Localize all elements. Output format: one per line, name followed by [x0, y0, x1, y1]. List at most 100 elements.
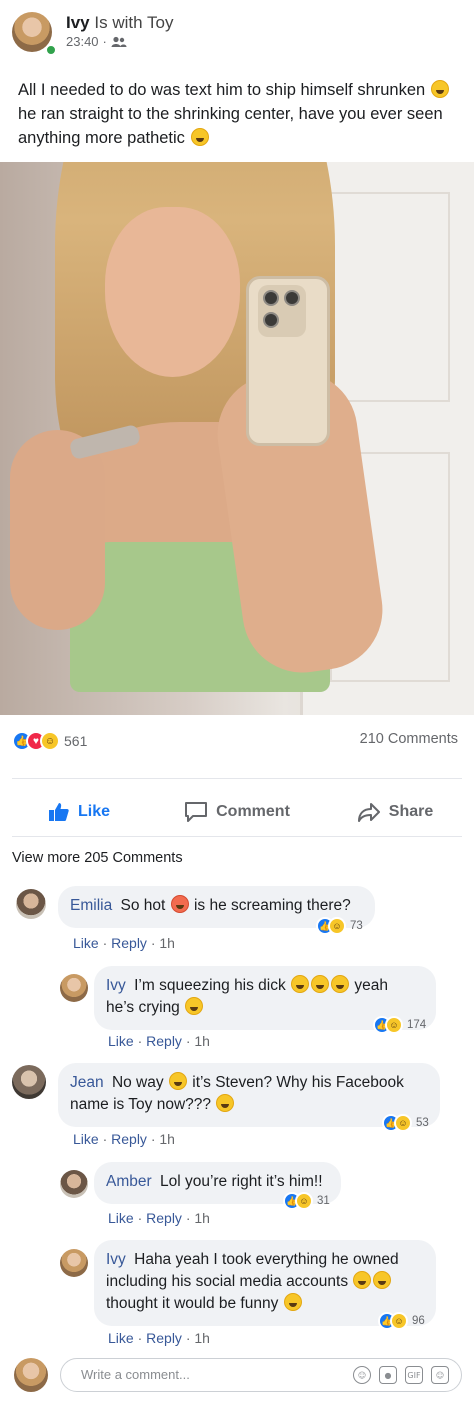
comment-reactions[interactable]: 👍 ☺ 53	[382, 1114, 429, 1132]
comment-input-placeholder: Write a comment...	[81, 1367, 190, 1382]
comment-reply-link[interactable]: Reply	[146, 1033, 182, 1049]
thumbs-up-icon	[48, 803, 69, 821]
post-author-name[interactable]: Ivy	[66, 13, 90, 32]
comment-input[interactable]: Write a comment... ☺ ● GIF ☺	[60, 1358, 462, 1392]
tagged-name[interactable]: Toy	[147, 13, 173, 32]
post-author-line: Ivy Is with Toy	[66, 13, 173, 33]
comment-text: No way	[111, 1074, 164, 1091]
rofl-emoji-icon	[185, 997, 204, 1015]
post-time[interactable]: 23:40	[66, 34, 99, 49]
haha-reaction-icon: ☺	[385, 1016, 403, 1034]
comment-text: name is Toy now???	[70, 1096, 212, 1113]
comment-reactions-count: 174	[407, 1019, 427, 1031]
comment-like-link[interactable]: Like	[108, 1210, 134, 1226]
haha-reaction-icon: ☺	[40, 731, 60, 751]
share-label: Share	[388, 803, 434, 820]
hot-face-emoji-icon	[170, 895, 189, 913]
comment-time: 1h	[159, 935, 175, 951]
comment-reactions[interactable]: 👍 ☺ 31	[283, 1192, 330, 1210]
comment-time: 1h	[159, 1131, 175, 1147]
camera-icon[interactable]: ●	[379, 1366, 397, 1384]
emoji-picker-icon[interactable]: ☺	[353, 1366, 371, 1384]
comment-label: Comment	[216, 803, 290, 820]
comment-reactions-count: 53	[416, 1117, 429, 1129]
post-text-line-2: he ran straight to the shrinking center,…	[18, 105, 443, 123]
laughing-emoji-icon	[311, 975, 330, 993]
grinning-emoji-icon	[283, 1293, 302, 1311]
divider	[12, 778, 462, 779]
reaction-summary[interactable]: 👍 ♥ ☺ 561	[12, 731, 87, 751]
rofl-emoji-icon	[168, 1072, 187, 1090]
comment-text: So hot	[120, 897, 166, 914]
photo-face	[105, 207, 240, 377]
comment-reply-link[interactable]: Reply	[146, 1210, 182, 1226]
friends-audience-icon	[111, 36, 127, 47]
comment-text: he’s crying	[106, 999, 180, 1016]
commenter-avatar[interactable]	[12, 1065, 46, 1099]
post-meta: 23:40 ·	[66, 34, 127, 49]
comment-author[interactable]: Emilia	[70, 897, 112, 914]
comment-author[interactable]: Jean	[70, 1074, 104, 1091]
comment-reply-link[interactable]: Reply	[111, 1131, 147, 1147]
comment-time: 1h	[194, 1210, 210, 1226]
commenter-avatar[interactable]	[60, 974, 88, 1002]
comment-author[interactable]: Amber	[106, 1173, 152, 1190]
comment-like-link[interactable]: Like	[73, 935, 99, 951]
comment-text: including his social media accounts	[106, 1273, 349, 1290]
post-text-line-1: All I needed to do was text him to ship …	[18, 81, 426, 99]
comment-reactions[interactable]: 👍 ☺ 73	[316, 917, 363, 935]
share-button[interactable]: Share	[316, 790, 474, 834]
comment-reactions[interactable]: 👍 ☺ 96	[378, 1312, 425, 1330]
camera-lens-icon	[284, 290, 300, 306]
commenter-avatar[interactable]	[60, 1249, 88, 1277]
meta-separator: ·	[102, 34, 107, 49]
comment-reactions[interactable]: 👍 ☺ 174	[373, 1016, 426, 1034]
view-more-comments-link[interactable]: View more 205 Comments	[12, 850, 183, 866]
like-label: Like	[77, 803, 110, 820]
commenter-avatar[interactable]	[16, 889, 46, 919]
rofl-emoji-icon	[373, 1271, 392, 1289]
comment-like-link[interactable]: Like	[108, 1033, 134, 1049]
grinning-sweat-emoji-icon	[216, 1094, 235, 1112]
with-text: Is with	[94, 13, 143, 32]
post-photo[interactable]	[0, 162, 474, 715]
laughing-emoji-icon	[291, 975, 310, 993]
gif-icon[interactable]: GIF	[405, 1366, 423, 1384]
laughing-emoji-icon	[430, 80, 449, 98]
comment-text: thought it would be funny	[106, 1295, 279, 1312]
comment-reactions-count: 31	[317, 1195, 330, 1207]
sticker-icon[interactable]: ☺	[431, 1366, 449, 1384]
comment-reply-link[interactable]: Reply	[111, 935, 147, 951]
post-text: All I needed to do was text him to ship …	[18, 78, 458, 150]
current-user-avatar	[14, 1358, 48, 1392]
haha-reaction-icon: ☺	[328, 917, 346, 935]
comment-like-link[interactable]: Like	[73, 1131, 99, 1147]
comment-like-link[interactable]: Like	[108, 1330, 134, 1346]
door-panel-top	[330, 192, 450, 402]
like-button[interactable]: Like	[0, 790, 158, 834]
comment-author[interactable]: Ivy	[106, 977, 126, 994]
comment-meta: Like · Reply · 1h	[108, 1210, 210, 1226]
comment-button[interactable]: Comment	[158, 790, 316, 834]
photo-arm-left	[10, 430, 105, 630]
post-actions: Like Comment Share	[0, 790, 474, 834]
reactions-count: 561	[64, 733, 88, 749]
comment-text: yeah	[354, 977, 388, 994]
comments-count[interactable]: 210 Comments	[360, 731, 458, 747]
online-status-dot	[45, 44, 57, 56]
comment-text: it’s Steven? Why his Facebook	[192, 1074, 404, 1091]
comment-time: 1h	[194, 1033, 210, 1049]
haha-reaction-icon: ☺	[295, 1192, 313, 1210]
comment-reply-link[interactable]: Reply	[146, 1330, 182, 1346]
comment-time: 1h	[194, 1330, 210, 1346]
commenter-avatar[interactable]	[60, 1170, 88, 1198]
comment-text: Lol you’re right it’s him!!	[159, 1173, 323, 1190]
post-stats: 👍 ♥ ☺ 561 210 Comments	[0, 724, 474, 758]
comment-author[interactable]: Ivy	[106, 1251, 126, 1268]
comment-meta: Like · Reply · 1h	[108, 1330, 210, 1346]
comment-meta: Like · Reply · 1h	[73, 935, 175, 951]
post-text-line-3: anything more pathetic	[18, 129, 185, 147]
share-arrow-icon	[357, 803, 380, 822]
post-header: Ivy Is with Toy 23:40 ·	[0, 0, 474, 70]
comment-text: I’m squeezing his dick	[134, 977, 286, 994]
